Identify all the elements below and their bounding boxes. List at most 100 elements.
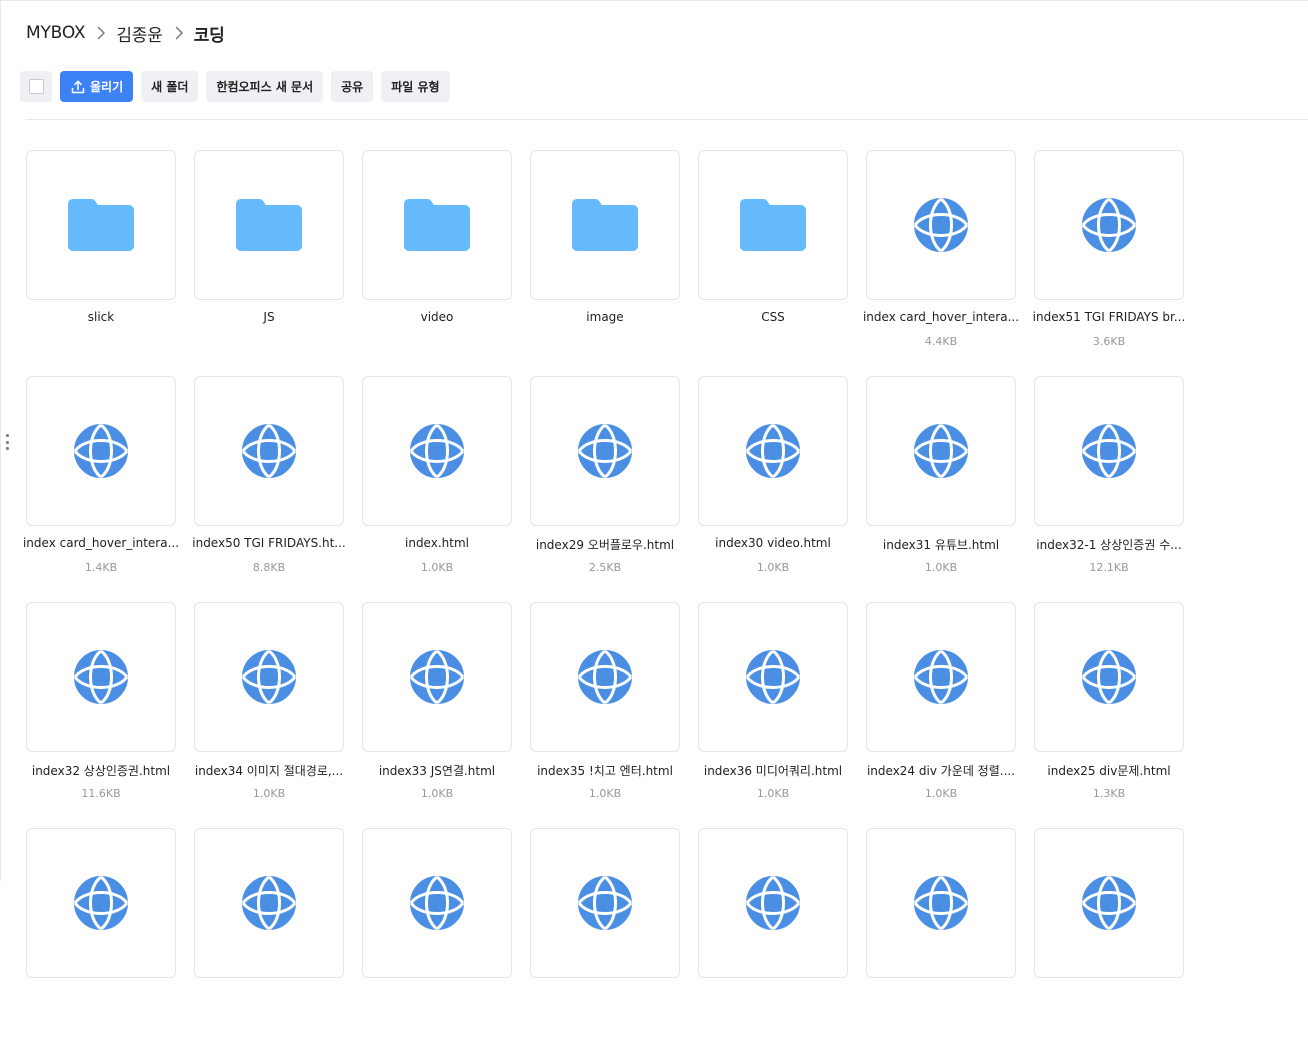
item-name[interactable]: index card_hover_intera...	[857, 310, 1025, 324]
file-item[interactable]: index24 div 가운데 정렬.... 1.0KB	[866, 602, 1016, 828]
file-item[interactable]	[26, 828, 176, 1054]
item-name[interactable]: index30 video.html	[689, 536, 857, 550]
file-item[interactable]	[866, 828, 1016, 1054]
file-grid: slick JS video image CSS index card_hover_int…	[23, 150, 1185, 1054]
item-thumbnail[interactable]	[1034, 376, 1184, 526]
item-thumbnail[interactable]	[1034, 150, 1184, 300]
item-name[interactable]: JS	[185, 310, 353, 324]
file-item[interactable]: index34 이미지 절대경로,... 1.0KB	[194, 602, 344, 828]
item-thumbnail[interactable]	[698, 376, 848, 526]
web-document-icon	[913, 875, 969, 931]
file-item[interactable]: index50 TGI FRIDAYS.ht... 8.8KB	[192, 376, 346, 602]
item-thumbnail[interactable]	[866, 150, 1016, 300]
folder-item[interactable]: CSS	[698, 150, 848, 376]
item-thumbnail[interactable]	[194, 602, 344, 752]
item-name[interactable]: index50 TGI FRIDAYS.ht...	[185, 536, 353, 550]
item-thumbnail[interactable]	[866, 828, 1016, 978]
file-item[interactable]: index card_hover_intera... 1.4KB	[23, 376, 179, 602]
item-thumbnail[interactable]	[530, 150, 680, 300]
folder-item[interactable]: video	[362, 150, 512, 376]
item-thumbnail[interactable]	[194, 376, 344, 526]
item-thumbnail[interactable]	[1034, 828, 1184, 978]
folder-icon	[404, 199, 470, 251]
hancom-new-document-button[interactable]: 한컴오피스 새 문서	[206, 71, 324, 102]
item-name[interactable]: index.html	[353, 536, 521, 550]
folder-item[interactable]: slick	[26, 150, 176, 376]
folder-icon	[68, 199, 134, 251]
chevron-right-icon	[93, 25, 109, 41]
item-thumbnail[interactable]	[362, 602, 512, 752]
item-thumbnail[interactable]	[26, 602, 176, 752]
file-item[interactable]	[698, 828, 848, 1054]
item-name[interactable]: image	[521, 310, 689, 324]
item-thumbnail[interactable]	[698, 602, 848, 752]
folder-icon	[236, 199, 302, 251]
file-item[interactable]: index32 상상인증권.html 11.6KB	[26, 602, 176, 828]
item-thumbnail[interactable]	[866, 602, 1016, 752]
file-item[interactable]: index31 유튜브.html 1.0KB	[866, 376, 1016, 602]
file-item[interactable]	[530, 828, 680, 1054]
folder-item[interactable]: JS	[194, 150, 344, 376]
breadcrumb-root[interactable]: MYBOX	[26, 23, 86, 43]
item-thumbnail[interactable]	[698, 150, 848, 300]
item-thumbnail[interactable]	[530, 376, 680, 526]
left-border	[0, 0, 1, 881]
item-name[interactable]: index51 TGI FRIDAYS br...	[1025, 310, 1193, 324]
file-item[interactable]: index25 div문제.html 1.3KB	[1034, 602, 1184, 828]
panel-resize-handle-icon[interactable]	[5, 434, 9, 450]
item-thumbnail[interactable]	[698, 828, 848, 978]
select-all-checkbox[interactable]	[20, 71, 52, 102]
item-name[interactable]: index34 이미지 절대경로,...	[185, 762, 353, 779]
item-name[interactable]: index36 미디어쿼리.html	[689, 762, 857, 779]
item-thumbnail[interactable]	[1034, 602, 1184, 752]
item-name[interactable]: index33 JS연결.html	[353, 762, 521, 779]
item-thumbnail[interactable]	[194, 150, 344, 300]
new-folder-button[interactable]: 새 폴더	[141, 71, 199, 102]
file-item[interactable]	[362, 828, 512, 1054]
item-name[interactable]: index35 !치고 엔터.html	[521, 762, 689, 779]
item-size: 1.0KB	[588, 787, 622, 800]
item-size: 3.6KB	[1092, 335, 1126, 348]
item-name[interactable]: index24 div 가운데 정렬....	[857, 762, 1025, 779]
folder-item[interactable]: image	[530, 150, 680, 376]
file-item[interactable]: index36 미디어쿼리.html 1.0KB	[698, 602, 848, 828]
file-item[interactable]: index32-1 상상인증권 수... 12.1KB	[1034, 376, 1184, 602]
file-item[interactable]: index35 !치고 엔터.html 1.0KB	[530, 602, 680, 828]
item-name[interactable]: index32-1 상상인증권 수...	[1025, 536, 1193, 553]
item-thumbnail[interactable]	[530, 602, 680, 752]
item-thumbnail[interactable]	[362, 828, 512, 978]
item-name[interactable]: index32 상상인증권.html	[17, 762, 185, 779]
web-document-icon	[409, 875, 465, 931]
file-item[interactable]: index33 JS연결.html 1.0KB	[362, 602, 512, 828]
file-item[interactable]	[194, 828, 344, 1054]
breadcrumb-current: 코딩	[193, 25, 225, 46]
item-name[interactable]: index31 유튜브.html	[857, 536, 1025, 553]
web-document-icon	[913, 423, 969, 479]
file-item[interactable]: index51 TGI FRIDAYS br... 3.6KB	[1033, 150, 1185, 376]
file-item[interactable]: index card_hover_intera... 4.4KB	[863, 150, 1019, 376]
item-thumbnail[interactable]	[26, 376, 176, 526]
item-name[interactable]: video	[353, 310, 521, 324]
item-name[interactable]: index25 div문제.html	[1025, 762, 1193, 779]
item-name[interactable]: index card_hover_intera...	[17, 536, 185, 550]
file-type-filter-button[interactable]: 파일 유형	[381, 71, 450, 102]
item-thumbnail[interactable]	[362, 150, 512, 300]
item-thumbnail[interactable]	[362, 376, 512, 526]
file-item[interactable]: index30 video.html 1.0KB	[698, 376, 848, 602]
web-document-icon	[409, 423, 465, 479]
item-thumbnail[interactable]	[530, 828, 680, 978]
upload-button[interactable]: 올리기	[60, 71, 134, 102]
breadcrumb-parent[interactable]: 김종윤	[116, 21, 163, 46]
web-document-icon	[745, 649, 801, 705]
item-name[interactable]: slick	[17, 310, 185, 324]
file-item[interactable]: index.html 1.0KB	[362, 376, 512, 602]
item-name[interactable]: CSS	[689, 310, 857, 324]
item-thumbnail[interactable]	[26, 150, 176, 300]
item-thumbnail[interactable]	[866, 376, 1016, 526]
item-name[interactable]: index29 오버플로우.html	[521, 536, 689, 553]
file-item[interactable]	[1034, 828, 1184, 1054]
share-button[interactable]: 공유	[331, 71, 374, 102]
item-thumbnail[interactable]	[26, 828, 176, 978]
file-item[interactable]: index29 오버플로우.html 2.5KB	[530, 376, 680, 602]
item-thumbnail[interactable]	[194, 828, 344, 978]
